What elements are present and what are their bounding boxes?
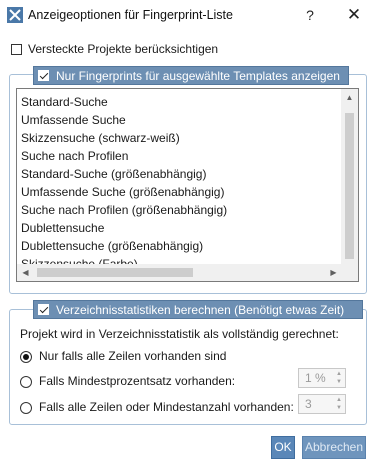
horizontal-scrollbar[interactable]: ◀ ▶ — [17, 264, 342, 281]
list-item[interactable]: Umfassende Suche — [21, 111, 126, 129]
hidden-projects-checkbox[interactable] — [11, 44, 22, 55]
spin-up-icon[interactable]: ▲ — [334, 370, 344, 378]
horizontal-scroll-thumb[interactable] — [37, 268, 193, 277]
hidden-projects-label: Versteckte Projekte berücksichtigen — [28, 42, 219, 56]
scrollbar-corner — [341, 264, 358, 281]
spin-up-icon[interactable]: ▲ — [334, 396, 344, 404]
vertical-scrollbar[interactable]: ▲ — [341, 89, 358, 265]
min-count-spinbox[interactable]: 3 ▲ ▼ — [298, 394, 346, 414]
radio-min-count-label: Falls alle Zeilen oder Mindestanzahl vor… — [39, 400, 294, 414]
app-icon — [7, 7, 23, 23]
radio-min-percent[interactable] — [20, 376, 32, 388]
scroll-up-icon[interactable]: ▲ — [341, 89, 358, 106]
list-item[interactable]: Dublettensuche — [21, 219, 104, 237]
stats-group-header[interactable]: Verzeichnisstatistiken berechnen (Benöti… — [33, 300, 363, 319]
min-count-value: 3 — [305, 397, 312, 411]
window-title: Anzeigeoptionen für Fingerprint-Liste — [28, 8, 233, 22]
radio-min-count[interactable] — [20, 402, 32, 414]
stats-checkbox[interactable] — [38, 304, 49, 315]
templates-group-header[interactable]: Nur Fingerprints für ausgewählte Templat… — [33, 66, 349, 85]
min-percent-spinbox[interactable]: 1 % ▲ ▼ — [298, 368, 346, 388]
ok-button[interactable]: OK — [271, 436, 295, 459]
radio-all-lines-label: Nur falls alle Zeilen vorhanden sind — [39, 349, 227, 363]
radio-min-percent-label: Falls Mindestprozentsatz vorhanden: — [39, 374, 236, 388]
list-item[interactable]: Suche nach Profilen (größenabhängig) — [21, 201, 227, 219]
min-percent-value: 1 % — [305, 371, 326, 385]
spin-down-icon[interactable]: ▼ — [334, 404, 344, 412]
list-item[interactable]: Umfassende Suche (größenabhängig) — [21, 183, 224, 201]
list-item[interactable]: Standard-Suche (größenabhängig) — [21, 165, 206, 183]
list-item[interactable]: Dublettensuche (größenabhängig) — [21, 237, 203, 255]
scroll-right-icon[interactable]: ▶ — [325, 264, 342, 281]
radio-all-lines[interactable] — [20, 351, 32, 363]
stats-group-header-label: Verzeichnisstatistiken berechnen (Benöti… — [56, 303, 345, 317]
scroll-left-icon[interactable]: ◀ — [17, 264, 34, 281]
template-listbox[interactable]: Standard-Suche Umfassende Suche Skizzens… — [16, 88, 359, 282]
list-item[interactable]: Skizzensuche (schwarz-weiß) — [21, 129, 180, 147]
templates-group-header-label: Nur Fingerprints für ausgewählte Templat… — [56, 69, 340, 83]
list-item[interactable]: Suche nach Profilen — [21, 147, 128, 165]
close-button[interactable]: ✕ — [341, 4, 367, 26]
spin-down-icon[interactable]: ▼ — [334, 378, 344, 386]
cancel-button[interactable]: Abbrechen — [302, 436, 366, 459]
list-item[interactable]: Standard-Suche — [21, 93, 108, 111]
vertical-scroll-thumb[interactable] — [345, 113, 354, 259]
stats-question: Projekt wird in Verzeichnisstatistik als… — [20, 327, 339, 341]
title-bar: Anzeigeoptionen für Fingerprint-Liste ? … — [0, 0, 376, 30]
help-button[interactable]: ? — [297, 4, 323, 26]
templates-filter-checkbox[interactable] — [38, 70, 49, 81]
